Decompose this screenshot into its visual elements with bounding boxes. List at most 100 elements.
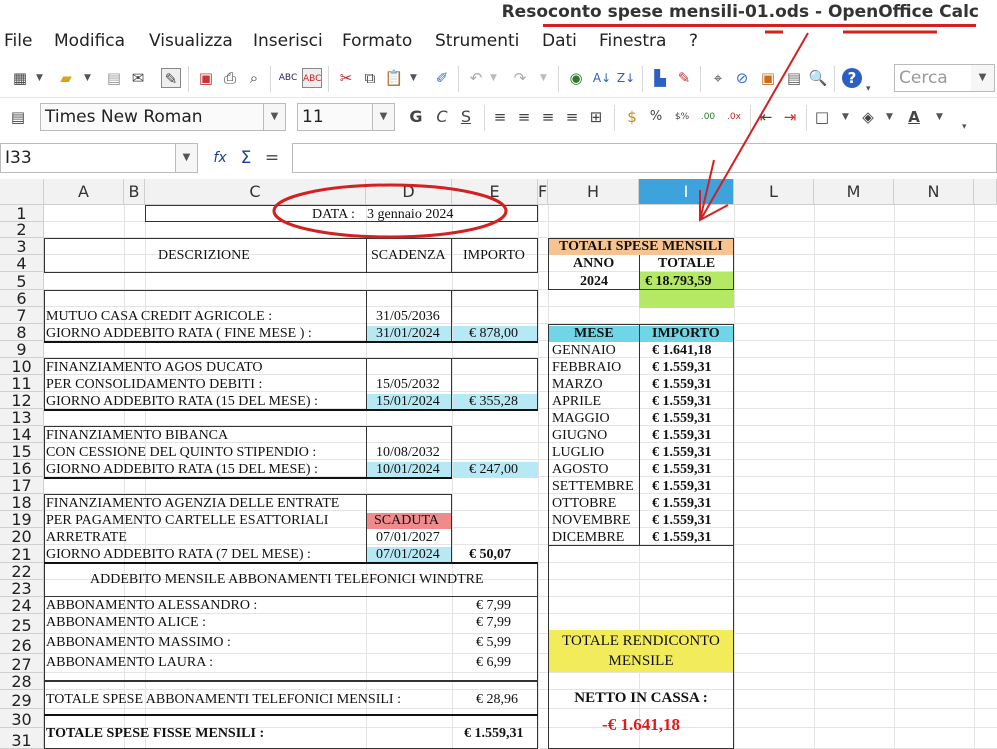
cell-c15[interactable]: CON CESSIONE DEL QUINTO STIPENDIO :	[46, 445, 316, 461]
row-header-15[interactable]: 15	[0, 443, 44, 460]
row-header-11[interactable]: 11	[0, 375, 44, 392]
sum-icon[interactable]: Σ	[236, 148, 256, 168]
row-header-4[interactable]: 4	[0, 255, 44, 272]
background-color-icon[interactable]: ◈	[858, 107, 878, 127]
chart-icon[interactable]: ▙	[650, 68, 670, 88]
cell-c18[interactable]: FINANZIAMENTO AGENZIA DELLE ENTRATE	[46, 496, 339, 512]
row-header-2[interactable]: 2	[0, 222, 44, 238]
cell-c14[interactable]: FINANZIAMENTO BIBANCA	[46, 428, 228, 444]
month-amount[interactable]: € 1.559,31	[652, 513, 712, 529]
cell-e27[interactable]: € 6,99	[476, 655, 511, 671]
chevron-down-icon[interactable]: ▼	[410, 73, 417, 83]
month-amount[interactable]: € 1.559,31	[652, 394, 712, 410]
chevron-down-icon[interactable]: ▼	[936, 112, 943, 122]
month-amount[interactable]: € 1.559,31	[652, 360, 712, 376]
cell-d16[interactable]: 10/01/2024	[376, 462, 440, 478]
cell-e25[interactable]: € 7,99	[476, 615, 511, 631]
month-amount[interactable]: € 1.641,18	[652, 343, 712, 359]
merge-cells-icon[interactable]: ⊞	[586, 107, 606, 127]
col-header-h[interactable]: H	[548, 179, 639, 205]
row-header-26[interactable]: 26	[0, 634, 44, 654]
spellcheck-icon[interactable]: ABC	[278, 68, 298, 88]
row-header-23[interactable]: 23	[0, 580, 44, 597]
cell-c19[interactable]: PER PAGAMENTO CARTELLE ESATTORIALI	[46, 513, 328, 529]
font-size-field[interactable]: 11	[297, 103, 373, 131]
cell-c31[interactable]: TOTALE SPESE FISSE MENSILI :	[46, 726, 264, 742]
windtre-title[interactable]: ADDEBITO MENSILE ABBONAMENTI TELEFONICI …	[90, 572, 484, 588]
menu-finestra[interactable]: Finestra	[599, 31, 666, 51]
search-input[interactable]: Cerca	[894, 64, 972, 92]
decrease-indent-icon[interactable]: ⇤	[756, 107, 776, 127]
sort-descending-icon[interactable]: Z↓	[616, 68, 636, 88]
search-dropdown-icon[interactable]: ▼	[971, 64, 995, 92]
cell-d20[interactable]: 07/01/2027	[376, 530, 440, 546]
col-header-e[interactable]: E	[452, 179, 538, 205]
cell-e26[interactable]: € 5,99	[476, 635, 511, 651]
find-replace-icon[interactable]: ⌖	[708, 68, 728, 88]
cell-c20[interactable]: ARRETRATE	[46, 530, 127, 546]
month-name[interactable]: AGOSTO	[552, 462, 609, 478]
name-box[interactable]: I33	[0, 143, 176, 173]
row-header-30[interactable]: 30	[0, 709, 44, 728]
menu-visualizza[interactable]: Visualizza	[149, 31, 233, 51]
row-header-21[interactable]: 21	[0, 545, 44, 563]
format-paintbrush-icon[interactable]: ✐	[432, 68, 452, 88]
cell-c16[interactable]: GIORNO ADDEBITO RATA (15 DEL MESE) :	[46, 462, 318, 478]
month-amount[interactable]: € 1.559,31	[652, 462, 712, 478]
bold-button[interactable]: G	[406, 107, 426, 127]
font-name-dropdown-icon[interactable]: ▼	[264, 103, 286, 131]
align-center-icon[interactable]: ≡	[514, 107, 534, 127]
row-header-24[interactable]: 24	[0, 597, 44, 614]
summary-anno[interactable]: 2024	[580, 274, 608, 290]
row-header-18[interactable]: 18	[0, 494, 44, 511]
summary-totale[interactable]: € 18.793,59	[645, 274, 712, 290]
row-header-3[interactable]: 3	[0, 238, 44, 255]
cell-e8[interactable]: € 878,00	[469, 326, 518, 342]
cell-c24[interactable]: ABBONAMENTO ALESSANDRO :	[46, 598, 257, 614]
edit-mode-icon[interactable]: ✎	[161, 68, 181, 88]
col-header-i[interactable]: I	[639, 179, 734, 205]
font-name-field[interactable]: Times New Roman	[40, 103, 264, 131]
font-color-icon[interactable]: A	[904, 107, 924, 127]
cell-c11[interactable]: PER CONSOLIDAMENTO DEBITI :	[46, 377, 262, 393]
col-header-n[interactable]: N	[894, 179, 974, 205]
currency-format-icon[interactable]: $	[622, 107, 642, 127]
cell-c25[interactable]: ABBONAMENTO ALICE :	[46, 615, 206, 631]
align-left-icon[interactable]: ≡	[490, 107, 510, 127]
month-name[interactable]: NOVEMBRE	[552, 513, 631, 529]
select-all-corner[interactable]	[0, 179, 44, 205]
percent-format-icon[interactable]: %	[646, 107, 666, 127]
function-wizard-icon[interactable]: fx	[210, 148, 230, 168]
row-header-6[interactable]: 6	[0, 290, 44, 307]
month-amount[interactable]: € 1.559,31	[652, 377, 712, 393]
col-header-b[interactable]: B	[124, 179, 145, 205]
menu-formato[interactable]: Formato	[342, 31, 412, 51]
cell-d11[interactable]: 15/05/2032	[376, 377, 440, 393]
row-header-27[interactable]: 27	[0, 654, 44, 673]
hyperlink-icon[interactable]: ◉	[566, 68, 586, 88]
chevron-down-icon[interactable]: ▼	[886, 112, 893, 122]
align-right-icon[interactable]: ≡	[538, 107, 558, 127]
month-amount[interactable]: € 1.559,31	[652, 496, 712, 512]
month-name[interactable]: DICEMBRE	[552, 530, 624, 546]
month-name[interactable]: OTTOBRE	[552, 496, 616, 512]
sort-ascending-icon[interactable]: A↓	[592, 68, 612, 88]
row-header-5[interactable]: 5	[0, 272, 44, 290]
month-amount[interactable]: € 1.559,31	[652, 411, 712, 427]
row-header-9[interactable]: 9	[0, 341, 44, 358]
paste-icon[interactable]: 📋	[384, 68, 404, 88]
cell-d12[interactable]: 15/01/2024	[376, 394, 440, 410]
cell-c21[interactable]: GIORNO ADDEBITO RATA (7 DEL MESE) :	[46, 547, 311, 563]
col-header-f[interactable]: F	[538, 179, 548, 205]
netto-value[interactable]: -€ 1.641,18	[553, 716, 729, 733]
row-header-7[interactable]: 7	[0, 307, 44, 324]
underline-button[interactable]: S	[456, 107, 476, 127]
print-preview-icon[interactable]: ⌕	[244, 68, 264, 88]
menu-modifica[interactable]: Modifica	[54, 31, 125, 51]
gallery-icon[interactable]: ▣	[758, 68, 778, 88]
help-icon[interactable]: ?	[842, 68, 862, 88]
col-header-l[interactable]: L	[734, 179, 814, 205]
month-name[interactable]: MAGGIO	[552, 411, 610, 427]
row-header-31[interactable]: 31	[0, 728, 44, 749]
col-header-o[interactable]	[974, 179, 997, 205]
